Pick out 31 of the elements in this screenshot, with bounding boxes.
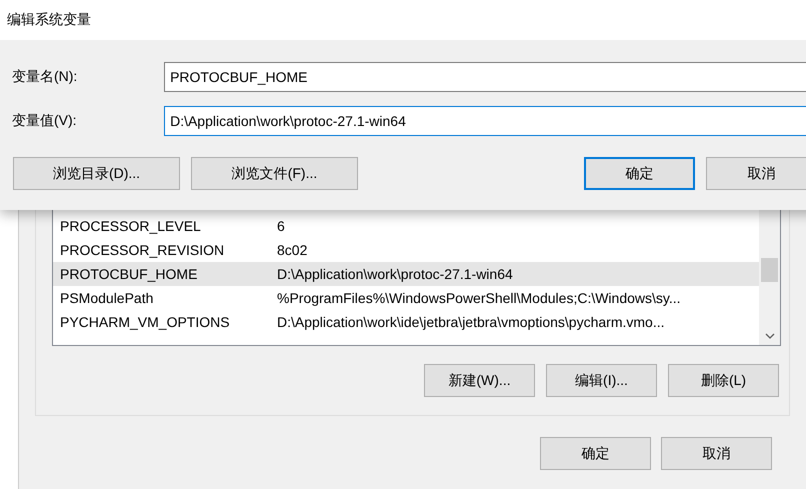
window-title: 编辑系统变量 bbox=[7, 11, 91, 29]
variable-name: PYCHARM_VM_OPTIONS bbox=[59, 314, 231, 330]
field-label: 变量值(V): bbox=[12, 112, 78, 130]
input-field[interactable]: PROTOCBUF_HOME bbox=[164, 62, 806, 92]
variable-row[interactable]: PSModulePath %ProgramFiles%\WindowsPowerShell\Modules;C:\Windows\sy... bbox=[53, 286, 759, 310]
variable-value: 6 bbox=[277, 218, 285, 234]
dialog-button[interactable]: 确定 bbox=[584, 157, 695, 190]
variable-row[interactable]: PROTOCBUF_HOME D:\Application\work\protoc-27.1-win64 bbox=[53, 262, 759, 286]
dialog-button[interactable]: 确定 bbox=[540, 437, 651, 470]
variable-value: %ProgramFiles%\WindowsPowerShell\Modules;C:\Windows\sy... bbox=[277, 290, 681, 306]
variable-name: PROCESSOR_LEVEL bbox=[59, 218, 202, 234]
dialog-button[interactable]: 取消 bbox=[661, 437, 772, 470]
variable-value: D:\Application\work\ide\jetbra\jetbra\vmoptions\pycharm.vmo... bbox=[277, 314, 664, 330]
field-label: 变量名(N): bbox=[12, 68, 78, 86]
variable-value: D:\Application\work\protoc-27.1-win64 bbox=[277, 266, 513, 282]
scrollbar-thumb[interactable] bbox=[761, 258, 778, 282]
variable-row[interactable]: PROCESSOR_REVISION 8c02 bbox=[53, 238, 759, 262]
dialog-button[interactable]: 浏览文件(F)... bbox=[191, 157, 358, 190]
variable-row[interactable]: PROCESSOR_LEVEL 6 bbox=[53, 214, 759, 238]
dialog-button[interactable]: 取消 bbox=[706, 157, 806, 190]
variable-name: PROTOCBUF_HOME bbox=[59, 266, 198, 282]
variable-value: 8c02 bbox=[277, 242, 308, 258]
list-button[interactable]: 编辑(I)... bbox=[546, 364, 657, 397]
dialog-button[interactable]: 浏览目录(D)... bbox=[13, 157, 180, 190]
variable-name: PROCESSOR_REVISION bbox=[59, 242, 226, 258]
list-button[interactable]: 新建(W)... bbox=[424, 364, 535, 397]
input-field[interactable]: D:\Application\work\protoc-27.1-win64 bbox=[164, 106, 806, 136]
list-button[interactable]: 删除(L) bbox=[668, 364, 779, 397]
variable-name: PSModulePath bbox=[59, 290, 154, 306]
chevron-down-icon[interactable] bbox=[765, 333, 775, 339]
variable-row[interactable]: PYCHARM_VM_OPTIONS D:\Application\work\ide\jetbra\jetbra\vmoptions\pycharm.vmo... bbox=[53, 310, 759, 334]
